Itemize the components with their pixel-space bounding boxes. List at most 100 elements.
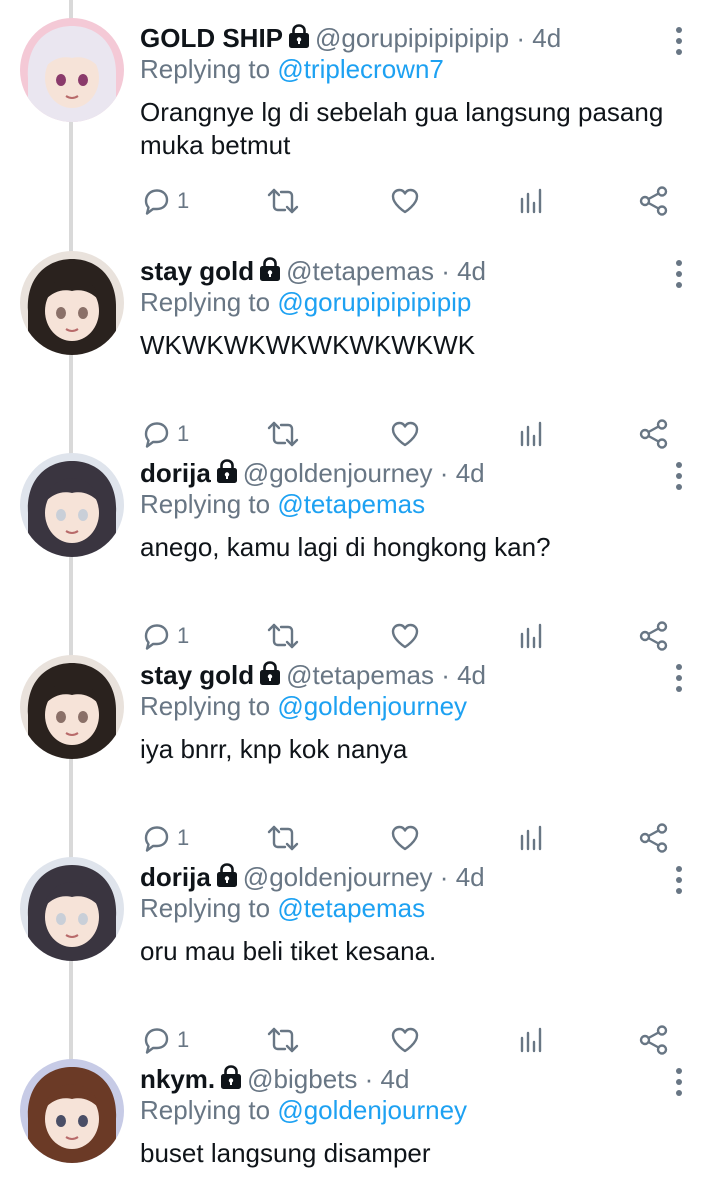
retweet-button[interactable] [266, 184, 300, 218]
analytics-button[interactable] [517, 619, 545, 653]
avatar[interactable] [20, 857, 124, 961]
replying-to-label: Replying to [140, 1095, 271, 1125]
replying-to: Replying to @tetapemas [140, 891, 425, 925]
retweet-button[interactable] [266, 1023, 300, 1057]
user-handle[interactable]: @goldenjourney [243, 458, 433, 488]
more-vertical-icon[interactable] [669, 461, 689, 491]
like-button[interactable] [389, 1023, 421, 1057]
like-button[interactable] [389, 821, 421, 855]
retweet-icon [266, 823, 300, 853]
tweet-header: dorija @goldenjourney · 4d [140, 455, 485, 491]
retweet-icon [266, 621, 300, 651]
share-icon [638, 1024, 670, 1056]
reply-icon [141, 419, 171, 449]
separator-dot: · [441, 256, 450, 286]
display-name[interactable]: dorija [140, 862, 211, 892]
timestamp[interactable]: 4d [381, 1064, 410, 1094]
replying-to: Replying to @goldenjourney [140, 1093, 467, 1127]
tweet-text: WKWKWKWKWKWKWKWK [140, 330, 476, 360]
more-vertical-icon[interactable] [669, 865, 689, 895]
replying-to-link[interactable]: @goldenjourney [277, 1095, 467, 1125]
timestamp[interactable]: 4d [456, 458, 485, 488]
reply-icon [141, 621, 171, 651]
replying-to-label: Replying to [140, 54, 271, 84]
retweet-button[interactable] [266, 417, 300, 451]
tweet-actions: 1 [0, 821, 719, 855]
reply-button[interactable]: 1 [141, 417, 189, 451]
heart-icon [389, 186, 421, 216]
avatar[interactable] [20, 453, 124, 557]
tweet-actions: 1 [0, 619, 719, 653]
share-button[interactable] [638, 184, 670, 218]
user-handle[interactable]: @gorupipipipipip [315, 23, 509, 53]
timestamp[interactable]: 4d [532, 23, 561, 53]
tweet-header: nkym. @bigbets · 4d [140, 1061, 409, 1097]
user-handle[interactable]: @goldenjourney [243, 862, 433, 892]
tweet-header: GOLD SHIP @gorupipipipipip · 4d [140, 20, 561, 56]
like-button[interactable] [389, 417, 421, 451]
more-vertical-icon[interactable] [669, 26, 689, 56]
display-name[interactable]: dorija [140, 458, 211, 488]
replying-to: Replying to @goldenjourney [140, 689, 467, 723]
like-button[interactable] [389, 184, 421, 218]
reply-icon [141, 186, 171, 216]
display-name[interactable]: GOLD SHIP [140, 23, 283, 53]
replying-to-link[interactable]: @gorupipipipipip [277, 287, 471, 317]
separator-dot: · [441, 660, 450, 690]
replying-to-link[interactable]: @tetapemas [277, 893, 425, 923]
timestamp[interactable]: 4d [456, 862, 485, 892]
replying-to-link[interactable]: @triplecrown7 [277, 54, 444, 84]
retweet-icon [266, 186, 300, 216]
retweet-button[interactable] [266, 619, 300, 653]
replying-to: Replying to @gorupipipipipip [140, 285, 471, 319]
retweet-button[interactable] [266, 821, 300, 855]
tweet-actions: 1 [0, 417, 719, 451]
avatar[interactable] [20, 18, 124, 122]
user-handle[interactable]: @tetapemas [286, 256, 434, 286]
reply-button[interactable]: 1 [141, 821, 189, 855]
separator-dot: · [439, 458, 449, 488]
replying-to-label: Replying to [140, 893, 271, 923]
replying-to-label: Replying to [140, 691, 271, 721]
avatar[interactable] [20, 655, 124, 759]
user-handle[interactable]: @bigbets [247, 1064, 357, 1094]
share-button[interactable] [638, 417, 670, 451]
tweet-actions: 1 [0, 184, 719, 218]
replying-to-label: Replying to [140, 489, 271, 519]
like-button[interactable] [389, 619, 421, 653]
reply-button[interactable]: 1 [141, 1023, 189, 1057]
analytics-icon [517, 1025, 545, 1055]
display-name[interactable]: stay gold [140, 660, 254, 690]
reply-count: 1 [177, 421, 190, 446]
analytics-icon [517, 823, 545, 853]
replying-to: Replying to @tetapemas [140, 487, 425, 521]
retweet-icon [266, 1025, 300, 1055]
reply-button[interactable]: 1 [141, 619, 189, 653]
timestamp[interactable]: 4d [457, 256, 486, 286]
user-handle[interactable]: @tetapemas [286, 660, 434, 690]
more-vertical-icon[interactable] [669, 663, 689, 693]
analytics-button[interactable] [517, 821, 545, 855]
analytics-button[interactable] [517, 1023, 545, 1057]
reply-button[interactable]: 1 [141, 184, 189, 218]
share-icon [638, 620, 670, 652]
analytics-icon [517, 419, 545, 449]
replying-to-link[interactable]: @goldenjourney [277, 691, 467, 721]
share-button[interactable] [638, 821, 670, 855]
separator-dot: · [364, 1064, 374, 1094]
tweet-header: stay gold @tetapemas · 4d [140, 657, 486, 693]
display-name[interactable]: nkym. [140, 1064, 215, 1094]
display-name[interactable]: stay gold [140, 256, 254, 286]
analytics-button[interactable] [517, 417, 545, 451]
replying-to-link[interactable]: @tetapemas [277, 489, 425, 519]
more-vertical-icon[interactable] [669, 259, 689, 289]
timestamp[interactable]: 4d [457, 660, 486, 690]
tweet-text: Orangnye lg di sebelah gua langsung pasa… [140, 97, 664, 160]
reply-count: 1 [177, 825, 190, 850]
avatar[interactable] [20, 1059, 124, 1163]
analytics-button[interactable] [517, 184, 545, 218]
share-button[interactable] [638, 1023, 670, 1057]
avatar[interactable] [20, 251, 124, 355]
more-vertical-icon[interactable] [669, 1067, 689, 1097]
share-button[interactable] [638, 619, 670, 653]
